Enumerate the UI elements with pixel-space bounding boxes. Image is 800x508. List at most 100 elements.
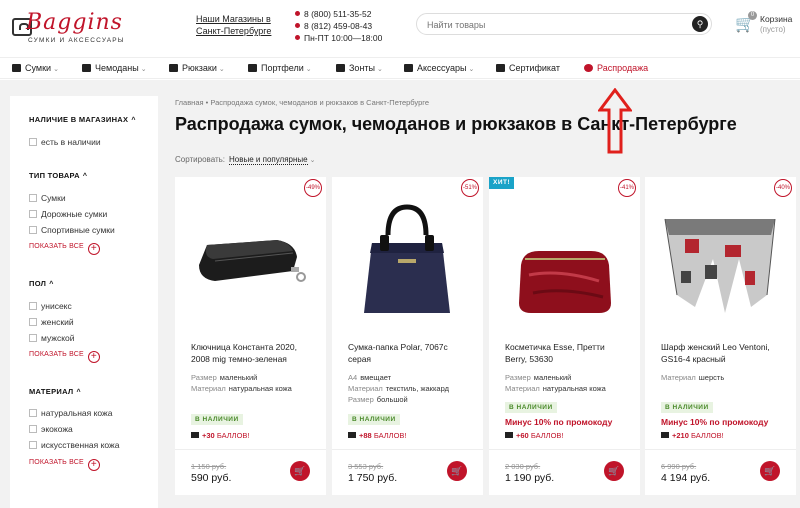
show-all-gender-button[interactable]: ПОКАЗАТЬ ВСЕ + bbox=[29, 351, 100, 363]
filter-option-female[interactable]: женский bbox=[29, 317, 74, 327]
add-to-cart-button[interactable]: 🛒 bbox=[604, 461, 624, 481]
sort-dropdown[interactable]: Новые и популярные bbox=[229, 155, 308, 165]
cart-icon: 🛒 bbox=[451, 466, 463, 476]
product-image[interactable] bbox=[499, 195, 630, 330]
header: Baggins СУМКИ И АКСЕССУАРЫ Наши Магазины… bbox=[0, 0, 800, 54]
checkbox[interactable] bbox=[29, 318, 37, 326]
search-input[interactable] bbox=[427, 17, 677, 32]
search-icon[interactable]: ⚲ bbox=[692, 16, 708, 32]
checkbox[interactable] bbox=[29, 302, 37, 310]
checkbox[interactable] bbox=[29, 194, 37, 202]
card-icon bbox=[661, 432, 669, 438]
filter-title-type[interactable]: ТИП ТОВАРА ^ bbox=[29, 171, 87, 180]
nav-item-sale[interactable]: Распродажа bbox=[584, 58, 648, 78]
page-title: Распродажа сумок, чемоданов и рюкзаков в… bbox=[175, 114, 737, 134]
nav-item-suitcases[interactable]: Чемоданы ⌄ bbox=[82, 58, 147, 78]
plus-icon: + bbox=[87, 459, 100, 471]
bag-icon bbox=[12, 64, 21, 72]
product-name[interactable]: Косметичка Esse, Претти Berry, 53630 bbox=[505, 341, 627, 365]
chevron-down-icon: ⌄ bbox=[305, 66, 312, 73]
price: 590 руб. bbox=[191, 472, 232, 484]
phone-icon bbox=[295, 23, 300, 28]
add-to-cart-button[interactable]: 🛒 bbox=[290, 461, 310, 481]
logo-text: Baggins bbox=[26, 10, 123, 35]
filter-option-faux-leather[interactable]: искусственная кожа bbox=[29, 440, 119, 450]
checkbox[interactable] bbox=[29, 226, 37, 234]
product-image[interactable] bbox=[342, 195, 473, 330]
show-all-type-button[interactable]: ПОКАЗАТЬ ВСЕ + bbox=[29, 243, 100, 255]
chevron-down-icon: ⌄ bbox=[468, 66, 475, 73]
umbrella-icon bbox=[336, 64, 345, 72]
nav-item-accessories[interactable]: Аксессуары ⌄ bbox=[404, 58, 474, 78]
product-image[interactable] bbox=[185, 195, 316, 330]
bonus-points: +210 БАЛЛОВ! bbox=[661, 431, 724, 440]
product-card[interactable]: -49% Ключница Константа 2020, 2008 mig т… bbox=[175, 177, 326, 495]
card-icon bbox=[191, 432, 199, 438]
cart[interactable]: 🛒 0 Корзина (пусто) bbox=[735, 11, 797, 38]
checkbox[interactable] bbox=[29, 409, 37, 417]
nav-item-bags[interactable]: Сумки ⌄ bbox=[12, 58, 59, 78]
product-attr: Размер большой bbox=[348, 395, 408, 404]
add-to-cart-button[interactable]: 🛒 bbox=[760, 461, 780, 481]
product-name[interactable]: Ключница Константа 2020, 2008 mig темно-… bbox=[191, 341, 313, 365]
product-card[interactable]: -40% Шарф женский Leo Ventoni, GS16-4 кр… bbox=[645, 177, 796, 495]
breadcrumb-home[interactable]: Главная bbox=[175, 98, 204, 107]
nav-item-certificate[interactable]: Сертификат bbox=[496, 58, 560, 78]
phone-secondary[interactable]: 8 (812) 459-08-43 bbox=[295, 20, 382, 32]
main-nav: Сумки ⌄ Чемоданы ⌄ Рюкзаки ⌄ Портфели ⌄ Зонт… bbox=[0, 57, 800, 79]
nav-item-backpacks[interactable]: Рюкзаки ⌄ bbox=[169, 58, 225, 78]
chevron-up-icon: ^ bbox=[131, 117, 136, 124]
working-hours: Пн-ПТ 10:00—18:00 bbox=[295, 32, 382, 44]
checkbox[interactable] bbox=[29, 334, 37, 342]
product-image[interactable] bbox=[655, 195, 786, 330]
promo-text: Минус 10% по промокоду bbox=[505, 417, 613, 427]
show-all-material-button[interactable]: ПОКАЗАТЬ ВСЕ + bbox=[29, 459, 100, 471]
breadcrumb-separator: • bbox=[205, 98, 209, 107]
checkbox[interactable] bbox=[29, 210, 37, 218]
filter-option-eco-leather[interactable]: экокожа bbox=[29, 424, 73, 434]
nav-item-umbrellas[interactable]: Зонты ⌄ bbox=[336, 58, 383, 78]
nav-item-briefcases[interactable]: Портфели ⌄ bbox=[248, 58, 312, 78]
price: 4 194 руб. bbox=[661, 472, 711, 484]
product-attr: Размер маленький bbox=[191, 373, 258, 382]
filter-title-gender[interactable]: ПОЛ ^ bbox=[29, 279, 54, 288]
filter-option-genuine-leather[interactable]: натуральная кожа bbox=[29, 408, 112, 418]
plus-icon: + bbox=[87, 243, 100, 255]
filter-title-material[interactable]: МАТЕРИАЛ ^ bbox=[29, 387, 81, 396]
checkbox[interactable] bbox=[29, 425, 37, 433]
stores-link[interactable]: Наши Магазины в Санкт-Петербурге bbox=[196, 13, 286, 37]
logo[interactable]: Baggins СУМКИ И АКСЕССУАРЫ bbox=[12, 10, 127, 48]
checkbox[interactable] bbox=[29, 441, 37, 449]
filter-option-unisex[interactable]: унисекс bbox=[29, 301, 72, 311]
chevron-up-icon: ^ bbox=[76, 389, 81, 396]
filter-option-male[interactable]: мужской bbox=[29, 333, 75, 343]
product-attr: Материал шерсть bbox=[661, 373, 725, 382]
filter-title-availability[interactable]: НАЛИЧИЕ В МАГАЗИНАХ ^ bbox=[29, 115, 136, 124]
product-name[interactable]: Сумка-папка Polar, 7067c серая bbox=[348, 341, 470, 365]
product-card[interactable]: ХИТ! -41% Косметичка Esse, Претти Berry,… bbox=[489, 177, 640, 495]
product-attr: Материал текстиль, жаккард bbox=[348, 384, 449, 393]
certificate-icon bbox=[496, 64, 505, 72]
hit-badge: ХИТ! bbox=[489, 177, 515, 189]
sale-icon bbox=[584, 64, 593, 72]
filter-option-travel-bags[interactable]: Дорожные сумки bbox=[29, 209, 107, 219]
promo-text: Минус 10% по промокоду bbox=[661, 417, 769, 427]
filter-option-bags[interactable]: Сумки bbox=[29, 193, 66, 203]
sort-label: Сортировать: bbox=[175, 155, 226, 164]
product-name[interactable]: Шарф женский Leo Ventoni, GS16-4 красный bbox=[661, 341, 783, 365]
phone-primary[interactable]: 8 (800) 511-35-52 bbox=[295, 8, 382, 20]
sort-control: Сортировать: Новые и популярные ⌄ bbox=[175, 155, 316, 165]
old-price: 1 150 руб. bbox=[191, 462, 227, 471]
product-card[interactable]: -51% Сумка-папка Polar, 7067c серая А4 вм… bbox=[332, 177, 483, 495]
add-to-cart-button[interactable]: 🛒 bbox=[447, 461, 467, 481]
checkbox[interactable] bbox=[29, 138, 37, 146]
old-price: 3 553 руб. bbox=[348, 462, 384, 471]
chevron-down-icon: ⌄ bbox=[140, 66, 147, 73]
cart-count: 0 bbox=[748, 11, 757, 20]
cart-icon: 🛒 bbox=[608, 466, 620, 476]
product-attr: Размер маленький bbox=[505, 373, 572, 382]
old-price: 2 030 руб. bbox=[505, 462, 541, 471]
filter-option-in-stock[interactable]: есть в наличии bbox=[29, 137, 101, 147]
stock-badge: В НАЛИЧИИ bbox=[191, 414, 243, 425]
filter-option-sport-bags[interactable]: Спортивные сумки bbox=[29, 225, 115, 235]
